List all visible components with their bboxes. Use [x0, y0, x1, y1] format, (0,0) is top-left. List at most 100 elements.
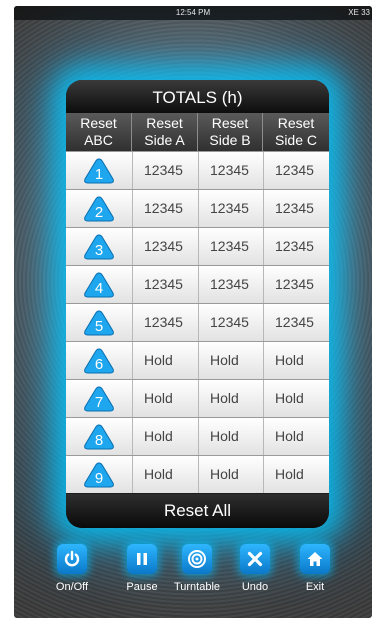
table-row: 3 12345 12345 12345: [66, 227, 329, 265]
pause-label: Pause: [126, 581, 158, 593]
side-c-value: 12345: [263, 190, 329, 227]
undo-x-icon: [240, 544, 270, 574]
table-row: 7 Hold Hold Hold: [66, 379, 329, 417]
header-line1: Reset: [211, 115, 249, 131]
row-number-button[interactable]: 5: [66, 304, 132, 341]
header-line2: Side B: [209, 132, 251, 148]
triangle-number-icon: 7: [84, 385, 114, 411]
side-c-value: Hold: [263, 418, 329, 455]
row-number-button[interactable]: 9: [66, 456, 132, 493]
pause-button[interactable]: Pause: [112, 544, 172, 593]
triangle-number-icon: 9: [84, 461, 114, 487]
exit-label: Exit: [305, 581, 325, 593]
table-row: 6 Hold Hold Hold: [66, 341, 329, 379]
header-line2: ABC: [84, 132, 113, 148]
header-line1: Reset: [80, 115, 117, 131]
side-c-value: 12345: [263, 304, 329, 341]
side-a-value: 12345: [132, 190, 198, 227]
pause-icon: [127, 544, 157, 574]
device-screen: 12:54 PM XE 33 TOTALS (h) Reset ABC Rese…: [14, 6, 372, 618]
header-line1: Reset: [146, 115, 183, 131]
row-number-button[interactable]: 7: [66, 380, 132, 417]
triangle-number-icon: 5: [84, 309, 114, 335]
totals-panel: TOTALS (h) Reset ABC Reset Side A Reset …: [66, 80, 329, 528]
side-b-value: Hold: [198, 456, 263, 493]
row-number: 5: [95, 318, 103, 335]
side-a-value: Hold: [132, 456, 198, 493]
reset-side-c-button[interactable]: Reset Side C: [263, 113, 329, 151]
side-b-value: Hold: [198, 342, 263, 379]
exit-button[interactable]: Exit: [285, 544, 345, 593]
panel-title: TOTALS (h): [66, 80, 329, 113]
triangle-number-icon: 6: [84, 347, 114, 373]
turntable-label: Turntable: [173, 581, 221, 593]
header-line2: Side A: [144, 132, 185, 148]
reset-side-b-button[interactable]: Reset Side B: [198, 113, 263, 151]
triangle-number-icon: 3: [84, 233, 114, 259]
on-off-button[interactable]: On/Off: [42, 544, 102, 593]
row-number-button[interactable]: 1: [66, 152, 132, 189]
table-row: 9 Hold Hold Hold: [66, 455, 329, 493]
undo-label: Undo: [241, 581, 269, 593]
power-icon: [57, 544, 87, 574]
row-number: 1: [95, 166, 103, 183]
triangle-number-icon: 4: [84, 271, 114, 297]
side-c-value: Hold: [263, 380, 329, 417]
home-icon: [300, 544, 330, 574]
row-number-button[interactable]: 2: [66, 190, 132, 227]
bottom-toolbar: On/Off Pause Turntable Undo Exit: [14, 544, 372, 610]
reset-all-button[interactable]: Reset All: [66, 494, 329, 528]
side-a-value: 12345: [132, 266, 198, 303]
turntable-icon: [182, 544, 212, 574]
row-number: 6: [95, 356, 103, 373]
reset-abc-button[interactable]: Reset ABC: [66, 113, 132, 151]
side-a-value: 12345: [132, 304, 198, 341]
undo-button[interactable]: Undo: [225, 544, 285, 593]
status-bar: 12:54 PM XE 33: [14, 6, 372, 20]
row-number: 3: [95, 242, 103, 259]
reset-side-a-button[interactable]: Reset Side A: [132, 113, 198, 151]
header-line2: Side C: [274, 132, 318, 148]
header-row: Reset ABC Reset Side A Reset Side B Rese…: [66, 113, 329, 151]
side-a-value: Hold: [132, 418, 198, 455]
side-c-value: 12345: [263, 152, 329, 189]
row-number-button[interactable]: 8: [66, 418, 132, 455]
side-b-value: 12345: [198, 152, 263, 189]
status-carrier: XE 33: [348, 8, 370, 17]
table-row: 5 12345 12345 12345: [66, 303, 329, 341]
turntable-button[interactable]: Turntable: [167, 544, 227, 593]
side-b-value: Hold: [198, 418, 263, 455]
on-off-label: On/Off: [55, 581, 89, 593]
status-time: 12:54 PM: [175, 8, 211, 17]
side-c-value: Hold: [263, 342, 329, 379]
triangle-number-icon: 1: [84, 157, 114, 183]
side-b-value: 12345: [198, 190, 263, 227]
row-number: 7: [95, 394, 103, 411]
table-row: 4 12345 12345 12345: [66, 265, 329, 303]
table-row: 1 12345 12345 12345: [66, 151, 329, 189]
side-a-value: 12345: [132, 228, 198, 265]
row-number: 2: [95, 204, 103, 221]
row-number-button[interactable]: 3: [66, 228, 132, 265]
side-b-value: 12345: [198, 304, 263, 341]
side-a-value: 12345: [132, 152, 198, 189]
side-b-value: 12345: [198, 228, 263, 265]
row-number: 4: [95, 280, 103, 297]
triangle-number-icon: 2: [84, 195, 114, 221]
table-row: 2 12345 12345 12345: [66, 189, 329, 227]
side-a-value: Hold: [132, 342, 198, 379]
side-b-value: 12345: [198, 266, 263, 303]
side-c-value: 12345: [263, 228, 329, 265]
row-number-button[interactable]: 6: [66, 342, 132, 379]
side-c-value: 12345: [263, 266, 329, 303]
row-number: 8: [95, 432, 103, 449]
row-number-button[interactable]: 4: [66, 266, 132, 303]
header-line1: Reset: [277, 115, 315, 131]
triangle-number-icon: 8: [84, 423, 114, 449]
side-b-value: Hold: [198, 380, 263, 417]
totals-table: 1 12345 12345 12345 2 12345 12345 12345: [66, 151, 329, 493]
row-number: 9: [95, 470, 103, 487]
side-c-value: Hold: [263, 456, 329, 493]
side-a-value: Hold: [132, 380, 198, 417]
table-row: 8 Hold Hold Hold: [66, 417, 329, 455]
